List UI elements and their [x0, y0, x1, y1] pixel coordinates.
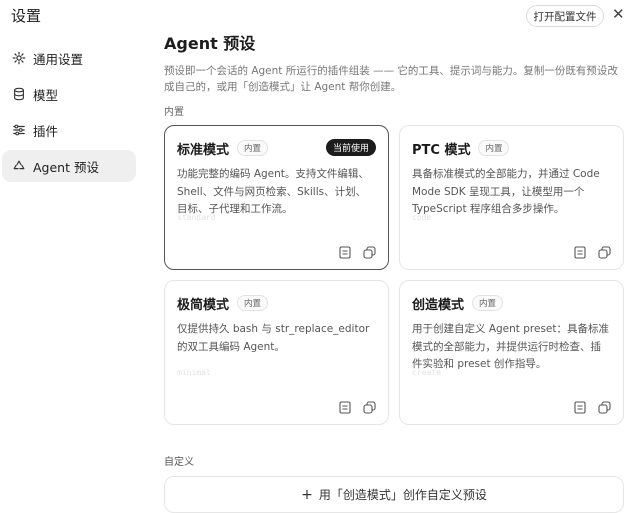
- sliders-icon: [11, 122, 27, 138]
- preset-card-ptc[interactable]: PTC 模式 内置 具备标准模式的全部能力，并通过 Code Mode SDK …: [399, 125, 624, 270]
- sidebar-item-plugins[interactable]: 插件: [2, 114, 136, 146]
- view-icon[interactable]: [573, 245, 587, 259]
- preset-title: 创造模式: [412, 297, 465, 313]
- close-icon[interactable]: ✕: [612, 7, 625, 22]
- sidebar-item-agent-presets[interactable]: Agent 预设: [2, 150, 136, 182]
- preset-title: 极简模式: [177, 297, 230, 313]
- create-label: 用「创造模式」创作自定义预设: [318, 488, 487, 502]
- sidebar: 通用设置 模型 插件 Agent 预设: [0, 38, 140, 186]
- view-icon[interactable]: [573, 400, 587, 414]
- database-icon: [11, 86, 27, 102]
- sidebar-item-label: Agent 预设: [33, 159, 99, 175]
- create-custom-preset-button[interactable]: + 用「创造模式」创作自定义预设: [164, 476, 624, 513]
- sidebar-item-models[interactable]: 模型: [2, 78, 136, 110]
- sidebar-item-label: 通用设置: [33, 51, 84, 67]
- preset-slug: create: [412, 368, 441, 377]
- builtin-badge: 内置: [237, 295, 269, 311]
- preset-description: 仅提供持久 bash 与 str_replace_editor 的双工具编码 A…: [177, 323, 370, 353]
- preset-card-minimal[interactable]: 极简模式 内置 仅提供持久 bash 与 str_replace_editor …: [164, 280, 389, 425]
- main-content: Agent 预设 预设即一个会话的 Agent 所运行的插件组装 —— 它的工具…: [164, 30, 624, 513]
- builtin-badge: 内置: [478, 140, 510, 156]
- custom-section-label: 自定义: [164, 457, 194, 468]
- open-config-button[interactable]: 打开配置文件: [526, 5, 604, 27]
- builtin-badge: 内置: [237, 140, 269, 156]
- preset-card-standard[interactable]: 标准模式 内置 当前使用 功能完整的编码 Agent。支持文件编辑、Shell、…: [164, 125, 389, 270]
- sidebar-item-label: 插件: [33, 123, 59, 139]
- copy-icon[interactable]: [597, 245, 611, 259]
- settings-window: 设置 打开配置文件 ✕ 通用设置 模型 插件 Agent 预设 Agent 预设…: [0, 0, 640, 513]
- sidebar-item-label: 模型: [33, 87, 59, 103]
- builtin-badge: 内置: [472, 295, 504, 311]
- preset-grid: 标准模式 内置 当前使用 功能完整的编码 Agent。支持文件编辑、Shell、…: [164, 125, 624, 425]
- builtin-section-label: 内置: [164, 107, 184, 118]
- preset-title: 标准模式: [177, 142, 230, 158]
- preset-card-create[interactable]: 创造模式 内置 用于创建自定义 Agent preset：具备标准模式的全部能力…: [399, 280, 624, 425]
- page-title: Agent 预设: [164, 34, 256, 53]
- preset-slug: standard: [177, 213, 216, 222]
- copy-icon[interactable]: [597, 400, 611, 414]
- plus-icon: +: [301, 486, 313, 503]
- sidebar-item-general[interactable]: 通用设置: [2, 42, 136, 74]
- view-icon[interactable]: [338, 245, 352, 259]
- preset-slug: minimal: [177, 368, 211, 377]
- recycle-icon: [11, 158, 27, 174]
- preset-description: 功能完整的编码 Agent。支持文件编辑、Shell、文件与网页检索、Skill…: [177, 168, 369, 215]
- preset-description: 具备标准模式的全部能力，并通过 Code Mode SDK 呈现工具，让模型用一…: [412, 168, 600, 215]
- current-badge: 当前使用: [325, 139, 376, 156]
- page-description: 预设即一个会话的 Agent 所运行的插件组装 —— 它的工具、提示词与能力。复…: [164, 65, 618, 93]
- gear-icon: [11, 50, 27, 66]
- view-icon[interactable]: [338, 400, 352, 414]
- preset-description: 用于创建自定义 Agent preset：具备标准模式的全部能力，并提供运行时检…: [412, 323, 610, 370]
- preset-slug: code: [412, 213, 432, 222]
- window-title: 设置: [11, 7, 42, 25]
- copy-icon[interactable]: [362, 245, 376, 259]
- preset-title: PTC 模式: [412, 142, 471, 158]
- copy-icon[interactable]: [362, 400, 376, 414]
